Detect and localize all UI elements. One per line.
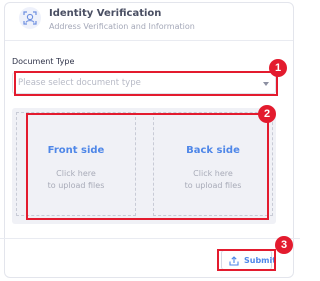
footer-divider: [0, 238, 300, 239]
document-type-placeholder: Please select document type: [18, 78, 141, 88]
face-scan-icon: [19, 7, 41, 29]
document-type-select[interactable]: Please select document type: [12, 72, 276, 94]
front-side-hint-line1: Click here: [56, 169, 96, 178]
card-header: Identity Verification Address Verificati…: [5, 3, 293, 37]
upload-icon: [229, 256, 239, 266]
back-side-hint-line1: Click here: [193, 169, 233, 178]
upload-front-side[interactable]: Front side Click here to upload files: [16, 112, 136, 216]
front-side-title: Front side: [47, 145, 105, 156]
back-side-title: Back side: [186, 145, 240, 156]
upload-area: Front side Click here to upload files Ba…: [12, 108, 276, 224]
annotation-marker-3: 3: [275, 236, 293, 254]
upload-back-side[interactable]: Back side Click here to upload files: [153, 112, 273, 216]
caret-down-icon: [263, 82, 269, 86]
header-divider: [5, 40, 293, 41]
document-type-label: Document Type: [12, 57, 75, 66]
front-side-hint-line2: to upload files: [47, 181, 105, 190]
submit-label: Submit: [244, 256, 277, 265]
page-subtitle: Address Verification and Information: [49, 22, 195, 31]
annotation-marker-1: 1: [269, 59, 287, 77]
back-side-hint-line2: to upload files: [184, 181, 242, 190]
submit-button[interactable]: Submit: [221, 250, 276, 270]
page-title: Identity Verification: [49, 8, 162, 19]
annotation-marker-2: 2: [258, 105, 276, 123]
